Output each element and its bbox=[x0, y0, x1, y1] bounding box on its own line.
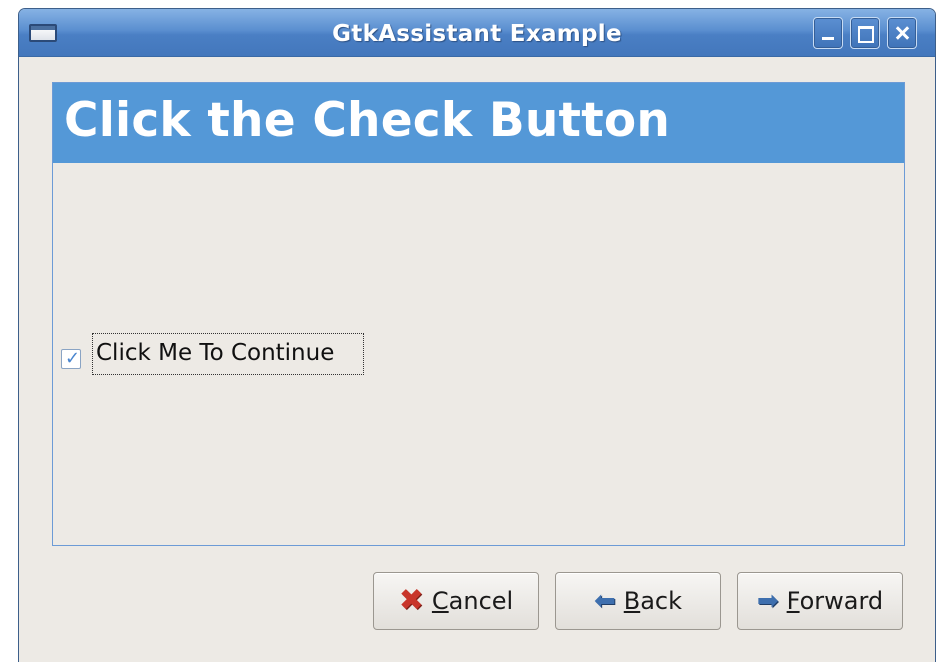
checkbox-label[interactable]: Click Me To Continue bbox=[92, 333, 364, 375]
back-arrow-icon: ⬅ bbox=[593, 586, 616, 616]
minimize-button[interactable] bbox=[813, 17, 843, 49]
cancel-icon: ✖ bbox=[398, 583, 424, 618]
back-button-label: Back bbox=[623, 587, 683, 615]
check-mark-icon: ✓ bbox=[65, 348, 81, 369]
assistant-page: Click the Check Button ✓ Click Me To Con… bbox=[52, 82, 905, 546]
close-button[interactable] bbox=[887, 17, 917, 49]
checkbox-indicator[interactable]: ✓ bbox=[61, 349, 81, 369]
forward-button[interactable]: ➡ Forward bbox=[737, 572, 903, 630]
forward-button-label: Forward bbox=[786, 587, 884, 615]
page-header: Click the Check Button bbox=[53, 83, 904, 163]
page-title: Click the Check Button bbox=[64, 93, 671, 148]
continue-checkbox[interactable]: ✓ Click Me To Continue bbox=[61, 333, 364, 375]
title-bar[interactable]: GtkAssistant Example bbox=[19, 9, 935, 57]
window-title: GtkAssistant Example bbox=[332, 21, 622, 47]
forward-arrow-icon: ➡ bbox=[756, 586, 779, 616]
cancel-button-label: Cancel bbox=[431, 587, 514, 615]
cancel-button[interactable]: ✖ Cancel bbox=[373, 572, 539, 630]
assistant-window: GtkAssistant Example Click the Check But… bbox=[18, 8, 936, 662]
maximize-button[interactable] bbox=[850, 17, 880, 49]
back-button[interactable]: ⬅ Back bbox=[555, 572, 721, 630]
